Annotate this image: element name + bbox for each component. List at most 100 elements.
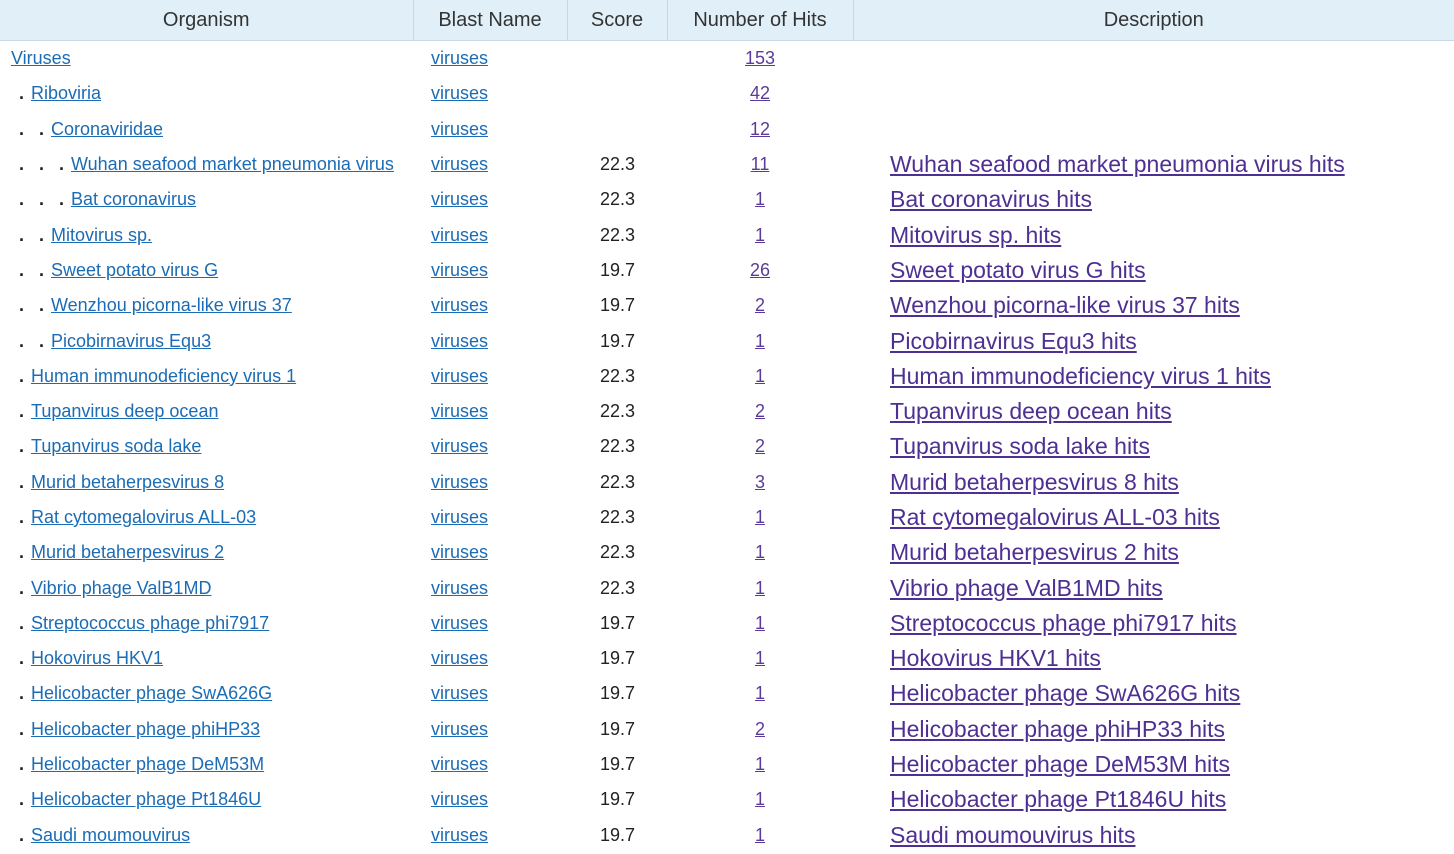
blast-name-link[interactable]: viruses <box>431 648 488 668</box>
organism-link[interactable]: Streptococcus phage phi7917 <box>31 613 269 633</box>
score-cell: 22.3 <box>600 471 636 492</box>
organism-link[interactable]: Picobirnavirus Equ3 <box>51 331 211 351</box>
hits-count-link[interactable]: 1 <box>745 683 775 704</box>
organism-link[interactable]: Riboviria <box>31 83 101 103</box>
blast-name-link[interactable]: viruses <box>431 83 488 103</box>
description-hits-link[interactable]: Vibrio phage ValB1MD hits <box>890 575 1163 601</box>
description-hits-link[interactable]: Helicobacter phage Pt1846U hits <box>890 786 1226 812</box>
hits-count-link[interactable]: 1 <box>745 331 775 352</box>
hits-count-link[interactable]: 1 <box>745 648 775 669</box>
blast-name-link[interactable]: viruses <box>431 507 488 527</box>
hits-count-link[interactable]: 1 <box>745 825 775 846</box>
description-hits-link[interactable]: Human immunodeficiency virus 1 hits <box>890 363 1271 389</box>
organism-link[interactable]: Helicobacter phage phiHP33 <box>31 719 260 739</box>
blast-name-link[interactable]: viruses <box>431 48 488 68</box>
hits-count-link[interactable]: 2 <box>745 401 775 422</box>
blast-name-link[interactable]: viruses <box>431 754 488 774</box>
blast-name-link[interactable]: viruses <box>431 295 488 315</box>
header-organism[interactable]: Organism <box>0 0 414 41</box>
hits-count-link[interactable]: 1 <box>745 578 775 599</box>
organism-link[interactable]: Vibrio phage ValB1MD <box>31 578 211 598</box>
organism-link[interactable]: Viruses <box>11 48 71 68</box>
organism-link[interactable]: Wenzhou picorna-like virus 37 <box>51 295 292 315</box>
organism-link[interactable]: Human immunodeficiency virus 1 <box>31 366 296 386</box>
hits-count-link[interactable]: 1 <box>745 754 775 775</box>
blast-name-link[interactable]: viruses <box>431 719 488 739</box>
description-hits-link[interactable]: Wenzhou picorna-like virus 37 hits <box>890 292 1240 318</box>
blast-name-link[interactable]: viruses <box>431 578 488 598</box>
hits-cell: 11 <box>667 147 853 182</box>
header-score[interactable]: Score <box>567 0 668 41</box>
description-hits-link[interactable]: Helicobacter phage phiHP33 hits <box>890 716 1225 742</box>
organism-link[interactable]: Helicobacter phage Pt1846U <box>31 789 261 809</box>
description-hits-link[interactable]: Tupanvirus deep ocean hits <box>890 398 1172 424</box>
blast-name-link[interactable]: viruses <box>431 119 488 139</box>
hits-count-link[interactable]: 1 <box>745 507 775 528</box>
blast-name-link[interactable]: viruses <box>431 189 488 209</box>
hits-count-link[interactable]: 1 <box>745 189 775 210</box>
hits-count-link[interactable]: 153 <box>745 48 775 69</box>
blast-name-link[interactable]: viruses <box>431 613 488 633</box>
description-hits-link[interactable]: Wuhan seafood market pneumonia virus hit… <box>890 151 1345 177</box>
hits-count-link[interactable]: 3 <box>745 472 775 493</box>
description-hits-link[interactable]: Streptococcus phage phi7917 hits <box>890 610 1237 636</box>
header-blast-name[interactable]: Blast Name <box>413 0 568 41</box>
score-cell: 19.7 <box>600 754 636 775</box>
organism-link[interactable]: Sweet potato virus G <box>51 260 218 280</box>
blast-name-link[interactable]: viruses <box>431 331 488 351</box>
blast-name-link[interactable]: viruses <box>431 789 488 809</box>
description-hits-link[interactable]: Sweet potato virus G hits <box>890 257 1146 283</box>
organism-link[interactable]: Murid betaherpesvirus 2 <box>31 542 224 562</box>
hits-count-link[interactable]: 42 <box>745 83 775 104</box>
description-hits-link[interactable]: Rat cytomegalovirus ALL-03 hits <box>890 504 1220 530</box>
hits-count-link[interactable]: 2 <box>745 719 775 740</box>
organism-link[interactable]: Rat cytomegalovirus ALL-03 <box>31 507 256 527</box>
header-description[interactable]: Description <box>853 0 1454 41</box>
description-hits-link[interactable]: Helicobacter phage SwA626G hits <box>890 680 1240 706</box>
blast-name-link[interactable]: viruses <box>431 436 488 456</box>
organism-link[interactable]: Tupanvirus deep ocean <box>31 401 218 421</box>
description-hits-link[interactable]: Murid betaherpesvirus 2 hits <box>890 539 1179 565</box>
organism-link[interactable]: Hokovirus HKV1 <box>31 648 163 668</box>
header-number-of-hits[interactable]: Number of Hits <box>667 0 854 41</box>
tree-indent-dot: . <box>19 189 25 210</box>
hits-count-link[interactable]: 2 <box>745 295 775 316</box>
organism-link[interactable]: Bat coronavirus <box>71 189 196 209</box>
description-hits-link[interactable]: Helicobacter phage DeM53M hits <box>890 751 1230 777</box>
blast-name-link[interactable]: viruses <box>431 225 488 245</box>
blast-name-link[interactable]: viruses <box>431 542 488 562</box>
hits-count-link[interactable]: 1 <box>745 225 775 246</box>
organism-link[interactable]: Mitovirus sp. <box>51 225 152 245</box>
blast-name-link[interactable]: viruses <box>431 825 488 845</box>
description-hits-link[interactable]: Tupanvirus soda lake hits <box>890 433 1150 459</box>
hits-count-link[interactable]: 11 <box>745 154 775 175</box>
description-hits-link[interactable]: Mitovirus sp. hits <box>890 222 1061 248</box>
hits-count-link[interactable]: 1 <box>745 366 775 387</box>
blast-name-link[interactable]: viruses <box>431 683 488 703</box>
tree-indent-dot: . <box>19 224 25 245</box>
hits-count-link[interactable]: 1 <box>745 542 775 563</box>
hits-count-link[interactable]: 1 <box>745 789 775 810</box>
blast-name-link[interactable]: viruses <box>431 472 488 492</box>
blast-name-link[interactable]: viruses <box>431 154 488 174</box>
hits-count-link[interactable]: 12 <box>745 119 775 140</box>
organism-link[interactable]: Tupanvirus soda lake <box>31 436 201 456</box>
hits-count-link[interactable]: 2 <box>745 436 775 457</box>
description-hits-link[interactable]: Picobirnavirus Equ3 hits <box>890 328 1137 354</box>
table-row: . Helicobacter phage phiHP33 viruses 19.7 2 H… <box>0 712 1454 747</box>
description-hits-link[interactable]: Murid betaherpesvirus 8 hits <box>890 469 1179 495</box>
organism-link[interactable]: Wuhan seafood market pneumonia virus <box>71 154 394 174</box>
blast-name-link[interactable]: viruses <box>431 401 488 421</box>
organism-link[interactable]: Helicobacter phage SwA626G <box>31 683 272 703</box>
blast-name-link[interactable]: viruses <box>431 366 488 386</box>
hits-count-link[interactable]: 1 <box>745 613 775 634</box>
description-hits-link[interactable]: Bat coronavirus hits <box>890 186 1092 212</box>
organism-link[interactable]: Coronaviridae <box>51 119 163 139</box>
organism-link[interactable]: Murid betaherpesvirus 8 <box>31 472 224 492</box>
description-hits-link[interactable]: Saudi moumouvirus hits <box>890 822 1135 848</box>
hits-count-link[interactable]: 26 <box>745 260 775 281</box>
blast-name-link[interactable]: viruses <box>431 260 488 280</box>
organism-link[interactable]: Helicobacter phage DeM53M <box>31 754 264 774</box>
description-hits-link[interactable]: Hokovirus HKV1 hits <box>890 645 1101 671</box>
organism-link[interactable]: Saudi moumouvirus <box>31 825 190 845</box>
